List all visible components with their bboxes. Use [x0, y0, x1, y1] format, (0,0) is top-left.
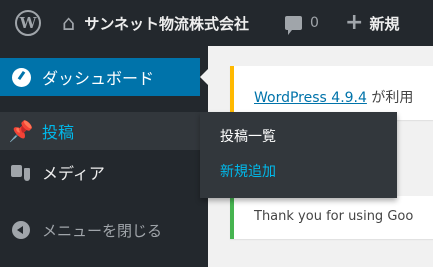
admin-menu: ダッシュボード 📌 投稿 メディア メニューを閉じる [0, 46, 208, 267]
collapse-menu-button[interactable]: メニューを閉じる [0, 210, 208, 250]
welcome-notice-message: Thank you for using Goo [254, 209, 414, 224]
home-icon: ⌂ [62, 10, 76, 35]
submenu-item-add-new[interactable]: 新規追加 [220, 161, 276, 181]
plus-icon: + [345, 10, 364, 35]
wp-logo-menu[interactable]: W [6, 0, 50, 46]
comment-bubble-icon [285, 16, 302, 35]
update-notice-link[interactable]: WordPress 4.9.4 [254, 90, 367, 106]
media-icon [11, 162, 31, 182]
current-menu-arrow [200, 69, 208, 85]
new-content-label: 新規 [369, 14, 400, 33]
posts-submenu: 投稿一覧 新規追加 [200, 112, 397, 198]
collapse-arrow-icon [12, 221, 30, 239]
dashboard-gauge-icon [11, 67, 31, 87]
site-name: サンネット物流株式会社 [84, 14, 250, 33]
admin-bar: W ⌂ サンネット物流株式会社 0 + 新規 [0, 0, 433, 46]
wordpress-logo-icon: W [15, 10, 41, 36]
menu-item-media[interactable]: メディア [0, 152, 208, 192]
menu-item-posts-label: 投稿 [42, 123, 75, 142]
menu-item-media-label: メディア [42, 164, 105, 183]
collapse-menu-label: メニューを閉じる [42, 221, 163, 240]
welcome-notice: Thank you for using Goo [230, 196, 433, 239]
comments-count: 0 [310, 15, 319, 31]
pin-icon: 📌 [8, 119, 34, 143]
new-content-button[interactable]: + 新規 [345, 0, 399, 46]
update-notice-message: WordPress 4.9.4 が利用 [254, 87, 413, 107]
menu-item-dashboard-label: ダッシュボード [42, 69, 155, 88]
comments-link[interactable]: 0 [285, 0, 319, 46]
site-name-link[interactable]: ⌂ サンネット物流株式会社 [62, 0, 249, 46]
menu-item-dashboard[interactable]: ダッシュボード [0, 58, 208, 96]
menu-item-posts[interactable]: 📌 投稿 [0, 112, 208, 150]
update-notice-text: が利用 [366, 90, 414, 106]
submenu-item-all-posts[interactable]: 投稿一覧 [220, 126, 276, 146]
